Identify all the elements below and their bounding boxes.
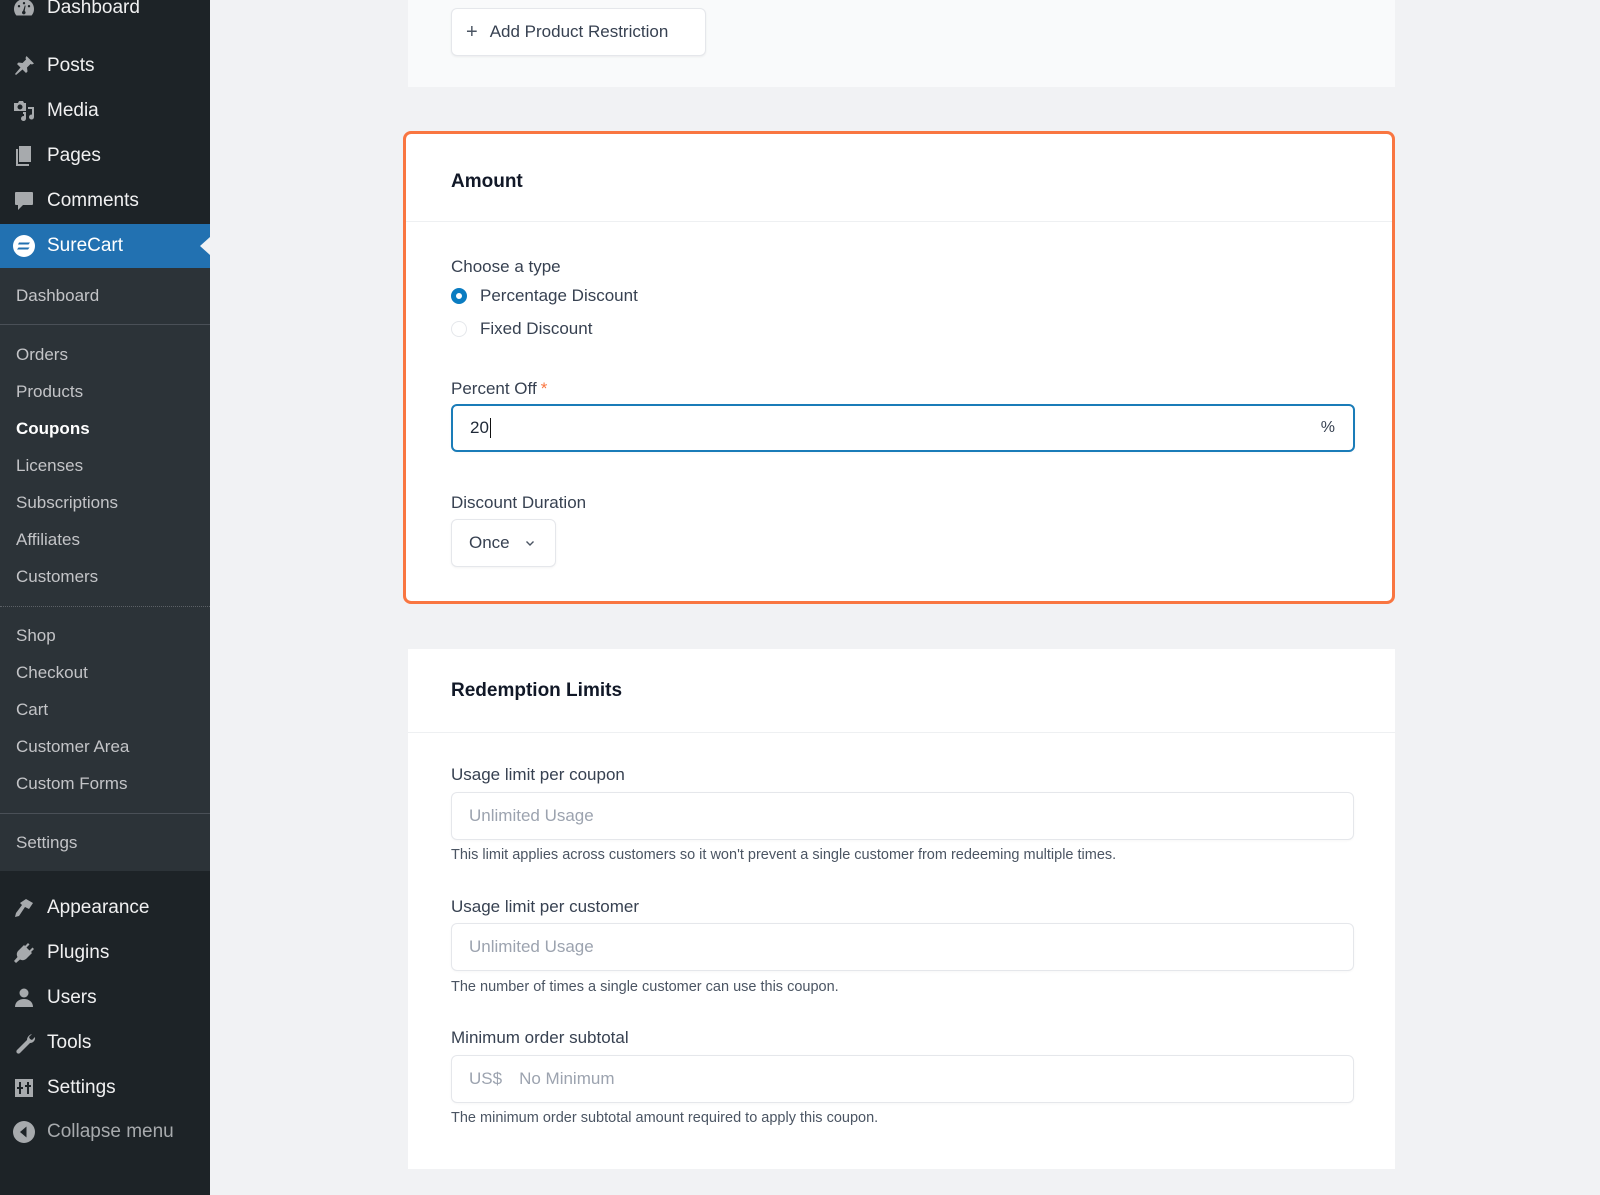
min-subtotal-label: Minimum order subtotal <box>451 1028 629 1047</box>
radio-checked-indicator[interactable] <box>451 288 467 304</box>
submenu-orders[interactable]: Orders <box>16 345 68 365</box>
submenu-custom-forms[interactable]: Custom Forms <box>16 774 127 794</box>
menu-item-dashboard[interactable]: Dashboard <box>0 0 210 30</box>
pin-icon <box>11 53 37 79</box>
percent-off-label: Percent Off * <box>451 379 547 399</box>
redemption-limits-card: Redemption Limits Usage limit per coupon… <box>408 649 1395 1169</box>
media-icon <box>11 98 37 124</box>
submenu-customers[interactable]: Customers <box>16 567 98 587</box>
menu-item-tools[interactable]: Tools <box>0 1021 210 1065</box>
paintbrush-icon <box>11 895 37 921</box>
dashboard-icon <box>11 0 37 21</box>
percent-off-value-text: 20 <box>470 417 489 437</box>
menu-item-appearance[interactable]: Appearance <box>0 886 210 930</box>
required-asterisk: * <box>540 379 548 398</box>
usage-per-coupon-placeholder: Unlimited Usage <box>469 806 594 825</box>
submenu-products[interactable]: Products <box>16 382 83 402</box>
add-product-restriction-label: Add Product Restriction <box>489 22 669 41</box>
usage-per-customer-placeholder: Unlimited Usage <box>469 937 594 956</box>
pages-icon <box>11 143 37 169</box>
discount-type-label: Choose a type <box>451 257 561 276</box>
usage-per-coupon-help: This limit applies across customers so i… <box>451 847 1117 863</box>
menu-item-media[interactable]: Media <box>0 89 210 133</box>
settings-sliders-icon <box>11 1075 37 1101</box>
submenu-dashboard[interactable]: Dashboard <box>16 286 99 306</box>
menu-label: Media <box>47 100 99 121</box>
usage-per-customer-input[interactable]: Unlimited Usage <box>451 923 1354 971</box>
submenu-affiliates[interactable]: Affiliates <box>16 530 80 550</box>
plugin-icon <box>11 940 37 966</box>
wrench-icon <box>11 1030 37 1056</box>
admin-sidebar: Dashboard Posts Media Pages Comments Sur… <box>0 0 210 1195</box>
usage-per-customer-label: Usage limit per customer <box>451 897 640 916</box>
submenu-subscriptions[interactable]: Subscriptions <box>16 493 118 513</box>
product-restrictions-card: + Add Product Restriction <box>408 0 1395 87</box>
currency-prefix: US$ <box>469 1069 503 1088</box>
percent-off-input[interactable]: 20 % <box>451 404 1355 452</box>
amount-title: Amount <box>451 171 523 192</box>
collapse-menu-button[interactable]: Collapse menu <box>0 1110 210 1154</box>
active-menu-arrow <box>200 237 210 255</box>
radio-label: Fixed Discount <box>480 319 593 338</box>
plus-icon: + <box>466 20 478 43</box>
submenu-divider <box>0 813 210 814</box>
menu-item-pages[interactable]: Pages <box>0 134 210 178</box>
menu-item-posts[interactable]: Posts <box>0 44 210 88</box>
user-icon <box>11 985 37 1011</box>
radio-label: Percentage Discount <box>480 286 638 305</box>
discount-duration-select[interactable]: Once <box>451 519 556 567</box>
menu-item-settings[interactable]: Settings <box>0 1066 210 1110</box>
collapse-arrow-icon <box>11 1119 37 1145</box>
menu-label: Appearance <box>47 897 150 918</box>
surecart-logo-icon <box>11 233 37 259</box>
min-subtotal-input[interactable]: US$ No Minimum <box>451 1055 1354 1103</box>
amount-card-header: Amount <box>406 134 1392 222</box>
redemption-card-header: Redemption Limits <box>408 649 1395 733</box>
menu-label: Collapse menu <box>47 1121 174 1142</box>
submenu-checkout[interactable]: Checkout <box>16 663 88 683</box>
submenu-divider <box>0 606 210 607</box>
usage-per-coupon-label: Usage limit per coupon <box>451 765 625 784</box>
menu-label: Posts <box>47 55 95 76</box>
add-product-restriction-button[interactable]: + Add Product Restriction <box>451 8 706 56</box>
menu-item-users[interactable]: Users <box>0 976 210 1020</box>
chevron-down-icon <box>525 541 534 546</box>
submenu-divider <box>0 324 210 325</box>
discount-duration-value: Once <box>469 533 510 552</box>
menu-label: Comments <box>47 190 139 211</box>
percent-suffix: % <box>1320 419 1335 436</box>
submenu-cart[interactable]: Cart <box>16 700 48 720</box>
menu-label: SureCart <box>47 235 124 256</box>
percent-off-label-text: Percent Off <box>451 379 537 398</box>
min-subtotal-placeholder: No Minimum <box>519 1069 615 1088</box>
menu-label: Pages <box>47 145 101 166</box>
menu-label: Plugins <box>47 942 110 963</box>
menu-label: Users <box>47 987 97 1008</box>
comment-icon <box>11 188 37 214</box>
menu-label: Settings <box>47 1077 116 1098</box>
usage-per-customer-help: The number of times a single customer ca… <box>451 979 839 995</box>
menu-label: Dashboard <box>47 0 140 18</box>
menu-item-plugins[interactable]: Plugins <box>0 931 210 975</box>
radio-fixed-discount[interactable]: Fixed Discount <box>451 319 592 339</box>
submenu-coupons[interactable]: Coupons <box>16 419 90 439</box>
submenu-settings[interactable]: Settings <box>16 833 77 853</box>
surecart-submenu: Dashboard Orders Products Coupons Licens… <box>0 268 210 871</box>
amount-card: Amount Choose a type Percentage Discount… <box>403 131 1395 604</box>
radio-percentage-discount[interactable]: Percentage Discount <box>451 286 638 306</box>
radio-unchecked-indicator[interactable] <box>451 321 467 337</box>
redemption-title: Redemption Limits <box>451 680 623 701</box>
text-caret <box>489 418 491 439</box>
discount-duration-label: Discount Duration <box>451 493 587 512</box>
menu-item-comments[interactable]: Comments <box>0 179 210 223</box>
percent-off-value: 20 <box>470 418 491 439</box>
min-subtotal-help: The minimum order subtotal amount requir… <box>451 1110 879 1126</box>
submenu-shop[interactable]: Shop <box>16 626 56 646</box>
usage-per-coupon-input[interactable]: Unlimited Usage <box>451 792 1354 840</box>
menu-label: Tools <box>47 1032 92 1053</box>
submenu-licenses[interactable]: Licenses <box>16 456 83 476</box>
menu-item-surecart[interactable]: SureCart <box>0 224 210 268</box>
submenu-customer-area[interactable]: Customer Area <box>16 737 129 757</box>
